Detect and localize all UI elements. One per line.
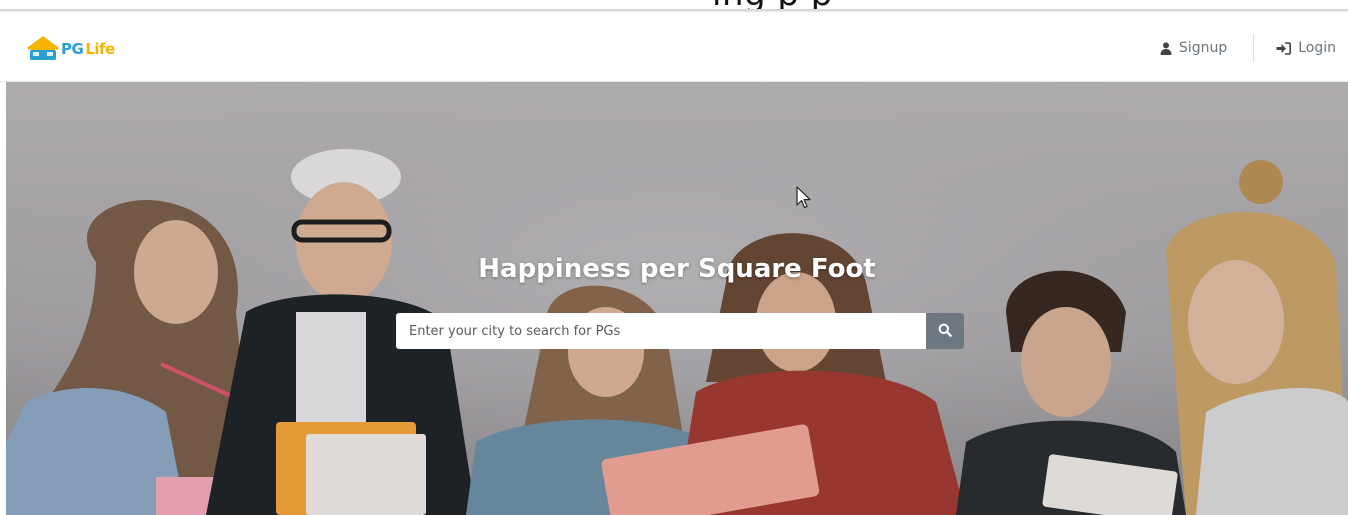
user-icon [1160,41,1172,55]
brand-name-life: Life [85,40,115,58]
city-search-input[interactable] [396,313,926,349]
search-button[interactable] [926,313,964,349]
search-icon [938,323,952,340]
sign-in-icon [1276,41,1292,55]
video-caption-strip: ing p p [0,0,1348,12]
signup-label: Signup [1178,40,1228,56]
city-search-form [396,313,964,349]
navbar: PG Life Signup Login [0,12,1348,82]
nav-actions: Signup Login [1160,34,1336,62]
brand-logo[interactable]: PG Life [26,34,115,64]
login-label: Login [1298,40,1336,56]
brand-name-pg: PG [61,40,84,58]
hero-title: Happiness per Square Foot [478,254,876,284]
hero-background-image [6,82,1348,515]
login-link[interactable]: Login [1276,40,1336,56]
hero-section: Happiness per Square Foot [6,82,1348,515]
house-icon [26,36,60,62]
nav-divider [1253,34,1255,62]
signup-link[interactable]: Signup [1160,40,1227,56]
mouse-cursor-icon [796,186,811,209]
